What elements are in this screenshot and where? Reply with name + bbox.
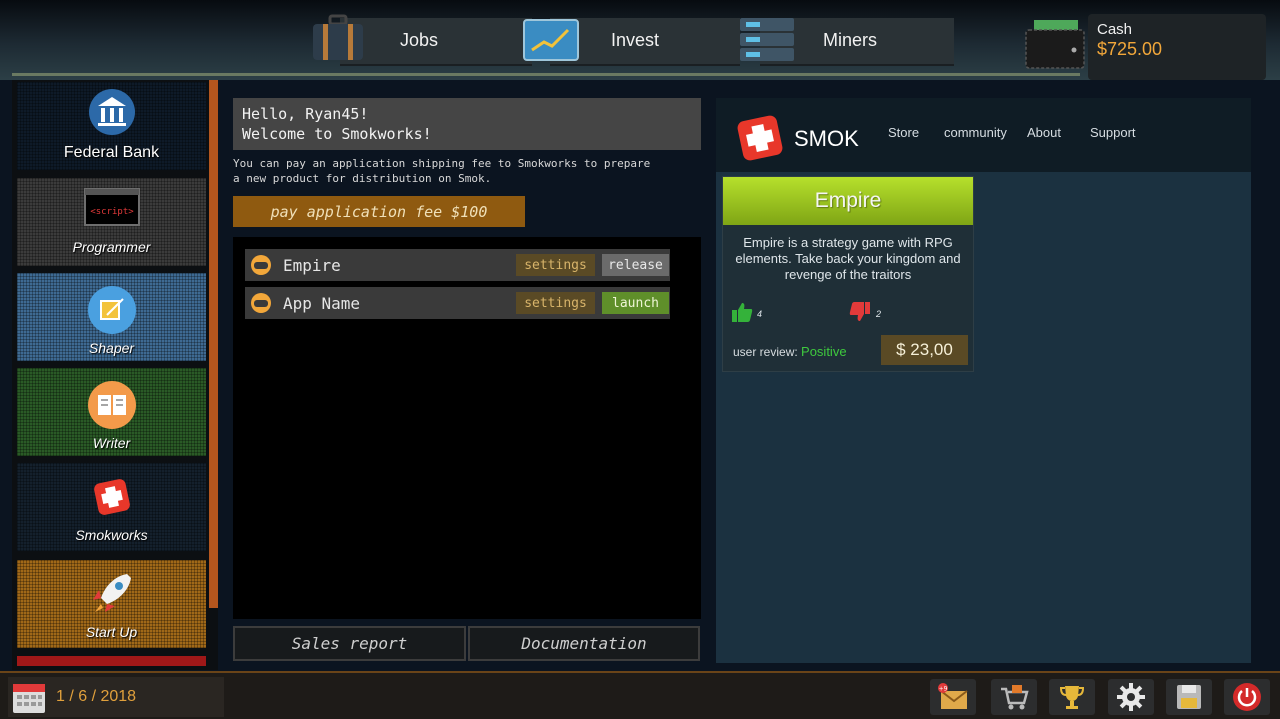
info-text: You can pay an application shipping fee … xyxy=(233,156,703,186)
current-date: 1 / 6 / 2018 xyxy=(56,688,137,705)
gamepad-icon xyxy=(251,255,271,275)
greeting-line-1: Hello, Ryan45! xyxy=(242,105,369,123)
store-link-about[interactable]: About xyxy=(1027,125,1061,140)
cart-icon xyxy=(1001,685,1029,710)
trophy-icon xyxy=(1059,686,1085,709)
dislikes-count: 2 xyxy=(876,309,882,319)
store-link-support[interactable]: Support xyxy=(1090,125,1136,140)
sidebar-item-programmer-label: Programmer xyxy=(72,239,151,255)
save-button[interactable] xyxy=(1166,679,1212,715)
product-card: Empire Empire is a strategy game with RP… xyxy=(722,176,974,372)
shop-cart-button[interactable] xyxy=(991,679,1037,715)
pay-fee-button[interactable]: pay application fee $100 xyxy=(233,196,525,227)
nav-invest[interactable]: Invest xyxy=(522,10,682,72)
sidebar-item-programmer[interactable]: <script> Programmer xyxy=(17,178,206,266)
thumbs-down-icon[interactable] xyxy=(849,301,871,323)
nav-jobs[interactable]: Jobs xyxy=(310,10,470,72)
cash-amount: $725.00 xyxy=(1097,39,1163,59)
app-list: Empire settings release App Name setting… xyxy=(233,237,701,619)
greeting-line-2: Welcome to Smokworks! xyxy=(242,125,432,143)
cash-label: Cash xyxy=(1097,21,1133,38)
sidebar-next-item-peek[interactable] xyxy=(17,656,206,666)
app-row: Empire settings release xyxy=(245,249,670,281)
achievements-button[interactable] xyxy=(1049,679,1095,715)
documentation-tab[interactable]: Documentation xyxy=(468,626,700,661)
sidebar: Federal Bank <script> Programmer Shaper … xyxy=(12,80,218,670)
store-brand: SMOK xyxy=(794,126,859,151)
app-launch-button[interactable]: launch xyxy=(602,292,669,314)
thumbs-up-icon[interactable] xyxy=(731,301,753,323)
chart-screen-icon xyxy=(523,19,579,61)
store-header: SMOK Store community About Support xyxy=(716,98,1251,172)
mail-button[interactable]: +9 xyxy=(930,679,976,715)
settings-button[interactable] xyxy=(1108,679,1154,715)
sidebar-scrollbar[interactable] xyxy=(209,80,218,608)
sidebar-item-shaper[interactable]: Shaper xyxy=(17,273,206,361)
store-link-community[interactable]: community xyxy=(944,125,1007,140)
app-settings-button[interactable]: settings xyxy=(516,292,595,314)
sales-report-tab[interactable]: Sales report xyxy=(233,626,466,661)
wallet-icon xyxy=(1025,20,1085,69)
info-line-2: a new product for distribution on Smok. xyxy=(233,172,492,185)
server-rack-icon xyxy=(740,18,794,61)
app-release-button[interactable]: release xyxy=(602,254,669,276)
nav-invest-label: Invest xyxy=(611,30,660,50)
floppy-disk-icon xyxy=(1177,685,1201,709)
smok-logo-icon xyxy=(737,115,783,161)
calendar-icon[interactable] xyxy=(11,679,47,715)
user-review-label: user review: xyxy=(733,345,798,359)
product-description: Empire is a strategy game with RPG eleme… xyxy=(735,235,961,282)
sidebar-item-start-up-label: Start Up xyxy=(85,624,138,640)
sidebar-item-writer[interactable]: Writer xyxy=(17,368,206,456)
power-button[interactable] xyxy=(1224,679,1270,715)
shaper-icon xyxy=(87,286,136,334)
sidebar-item-smokworks-label: Smokworks xyxy=(75,527,148,543)
script-icon-text: <script> xyxy=(90,207,134,217)
greeting-box: Hello, Ryan45! Welcome to Smokworks! xyxy=(233,98,701,150)
sidebar-item-shaper-label: Shaper xyxy=(88,340,135,356)
nav-miners-label: Miners xyxy=(823,30,878,50)
sidebar-item-writer-label: Writer xyxy=(92,435,131,451)
sidebar-item-start-up[interactable]: Start Up xyxy=(17,560,206,648)
cash-display: Cash $725.00 xyxy=(1088,14,1266,80)
smok-store-panel: SMOK Store community About Support Empir… xyxy=(716,98,1251,663)
sidebar-item-federal-bank-label: Federal Bank xyxy=(63,144,160,161)
mail-badge-count: +9 xyxy=(939,686,948,693)
sidebar-item-federal-bank[interactable]: Federal Bank xyxy=(17,82,206,170)
gamepad-icon xyxy=(251,293,271,313)
app-settings-button[interactable]: settings xyxy=(516,254,595,276)
top-divider xyxy=(12,73,1080,76)
script-monitor-icon: <script> xyxy=(83,188,140,226)
app-name: Empire xyxy=(283,256,341,275)
nav-jobs-label: Jobs xyxy=(400,30,439,50)
rocket-icon xyxy=(92,574,131,612)
power-icon xyxy=(1233,683,1261,711)
smok-icon xyxy=(93,479,130,515)
briefcase-icon xyxy=(313,14,363,60)
gear-icon xyxy=(1117,683,1145,711)
app-row: App Name settings launch xyxy=(245,287,670,319)
top-bar: Jobs Invest Miners Cash $725.00 xyxy=(0,0,1280,80)
likes-count: 4 xyxy=(757,309,763,319)
price-button[interactable]: $ 23,00 xyxy=(881,335,968,365)
book-icon xyxy=(87,381,136,429)
product-title[interactable]: Empire xyxy=(723,177,973,225)
envelope-icon: +9 xyxy=(938,683,968,709)
bank-icon xyxy=(88,89,135,135)
app-name: App Name xyxy=(283,294,361,313)
sidebar-item-smokworks[interactable]: Smokworks xyxy=(17,463,206,551)
store-link-store[interactable]: Store xyxy=(888,125,919,140)
user-review-value: Positive xyxy=(801,344,847,359)
user-review: user review: Positive xyxy=(733,344,847,359)
date-display: 1 / 6 / 2018 xyxy=(8,677,224,717)
info-line-1: You can pay an application shipping fee … xyxy=(233,157,651,170)
bottom-bar: 1 / 6 / 2018 +9 xyxy=(0,671,1280,719)
nav-miners[interactable]: Miners xyxy=(738,10,898,72)
